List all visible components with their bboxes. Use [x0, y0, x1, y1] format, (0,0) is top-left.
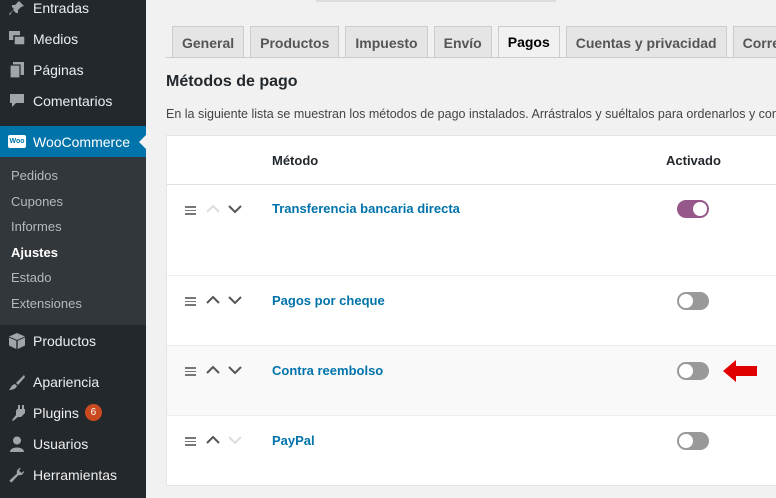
menu-label: WooCommerce [33, 133, 130, 150]
enable-toggle-paypal[interactable] [677, 432, 709, 450]
plugin-icon [8, 404, 26, 422]
move-down-icon[interactable] [228, 204, 242, 214]
main-content: General Productos Impuesto Envío Pagos C… [146, 0, 776, 498]
menu-item-plugins[interactable]: Plugins 6 [0, 397, 146, 428]
menu-item-woocommerce[interactable]: Woo WooCommerce [0, 126, 146, 157]
submenu-cupones[interactable]: Cupones [11, 194, 63, 209]
enable-toggle-cod[interactable] [677, 362, 709, 380]
highlight-arrow-icon [723, 360, 757, 382]
drag-handle-icon[interactable] [185, 206, 196, 217]
move-down-icon[interactable] [228, 365, 242, 375]
submenu-pedidos[interactable]: Pedidos [11, 168, 58, 183]
pin-icon [8, 0, 26, 17]
submenu-extensiones[interactable]: Extensiones [11, 296, 82, 311]
toggle-knob [679, 434, 693, 448]
menu-label: Usuarios [33, 435, 89, 452]
move-down-icon[interactable] [228, 435, 242, 445]
submenu-informes[interactable]: Informes [11, 219, 62, 234]
menu-item-entradas[interactable]: Entradas [0, 0, 146, 23]
menu-item-medios[interactable]: Medios [0, 23, 146, 54]
admin-sidebar: Entradas Medios Páginas Comentarios Woo … [0, 0, 146, 498]
page-title: Métodos de pago [166, 73, 298, 90]
move-down-icon[interactable] [228, 295, 242, 305]
toggle-knob [679, 364, 693, 378]
woocommerce-icon: Woo [8, 133, 26, 151]
submenu-estado[interactable]: Estado [11, 270, 51, 285]
toggle-knob [693, 202, 707, 216]
comment-icon [8, 92, 26, 110]
submenu-ajustes[interactable]: Ajustes [11, 245, 58, 260]
menu-item-comentarios[interactable]: Comentarios [0, 85, 146, 116]
table-row: Transferencia bancaria directa [167, 185, 776, 276]
drag-handle-icon[interactable] [185, 297, 196, 308]
method-link-bacs[interactable]: Transferencia bancaria directa [272, 201, 460, 216]
active-indicator [139, 135, 146, 149]
drag-handle-icon[interactable] [185, 367, 196, 378]
menu-item-paginas[interactable]: Páginas [0, 54, 146, 85]
menu-label: Plugins [33, 404, 79, 421]
tab-impuesto[interactable]: Impuesto [345, 26, 428, 58]
tab-correos[interactable]: Correos electrónicos [732, 26, 776, 58]
tab-envio[interactable]: Envío [433, 26, 492, 58]
move-up-icon[interactable] [206, 295, 220, 305]
table-row: Contra reembolso [167, 346, 776, 416]
enable-toggle-cheque[interactable] [677, 292, 709, 310]
method-link-cheque[interactable]: Pagos por cheque [272, 293, 385, 308]
plugins-update-badge: 6 [84, 404, 102, 421]
menu-item-apariencia[interactable]: Apariencia [0, 366, 146, 397]
move-up-icon[interactable] [206, 435, 220, 445]
menu-label: Apariencia [33, 373, 100, 390]
column-header-method: Método [272, 153, 319, 168]
menu-label: Entradas [33, 0, 90, 16]
enable-toggle-bacs[interactable] [677, 200, 709, 218]
tab-cuentas-privacidad[interactable]: Cuentas y privacidad [565, 26, 727, 58]
move-up-icon[interactable] [206, 365, 220, 375]
tabs-divider [166, 57, 776, 58]
woo-logo: Woo [8, 135, 26, 148]
table-row: PayPal [167, 416, 776, 486]
woocommerce-submenu: Pedidos Cupones Informes Ajustes Estado … [0, 157, 146, 325]
box-icon [8, 332, 26, 350]
menu-item-usuarios[interactable]: Usuarios [0, 428, 146, 459]
method-link-paypal[interactable]: PayPal [272, 433, 315, 448]
move-up-icon[interactable] [206, 204, 220, 214]
pages-icon [8, 61, 26, 79]
menu-item-herramientas[interactable]: Herramientas [0, 459, 146, 490]
user-icon [8, 435, 26, 453]
menu-label: Páginas [33, 61, 84, 78]
menu-label: Productos [33, 332, 97, 349]
toggle-knob [679, 294, 693, 308]
drag-handle-icon[interactable] [185, 437, 196, 448]
brush-icon [8, 373, 26, 391]
menu-label: Medios [33, 30, 79, 47]
menu-label: Herramientas [33, 466, 118, 483]
method-link-cod[interactable]: Contra reembolso [272, 363, 383, 378]
table-row: Pagos por cheque [167, 276, 776, 346]
column-header-enabled: Activado [666, 153, 721, 168]
page-description: En la siguiente lista se muestran los mé… [166, 107, 776, 121]
tab-pagos[interactable]: Pagos [497, 26, 560, 58]
tab-productos[interactable]: Productos [250, 26, 340, 58]
menu-label: Comentarios [33, 92, 113, 109]
media-icon [8, 30, 26, 48]
menu-item-productos[interactable]: Productos [0, 325, 146, 356]
wrench-icon [8, 466, 26, 484]
payment-methods-table: Método Activado Transferencia bancaria d… [166, 135, 776, 486]
tab-general[interactable]: General [172, 26, 245, 58]
top-divider [316, 0, 556, 2]
settings-tabs: General Productos Impuesto Envío Pagos C… [172, 26, 776, 58]
